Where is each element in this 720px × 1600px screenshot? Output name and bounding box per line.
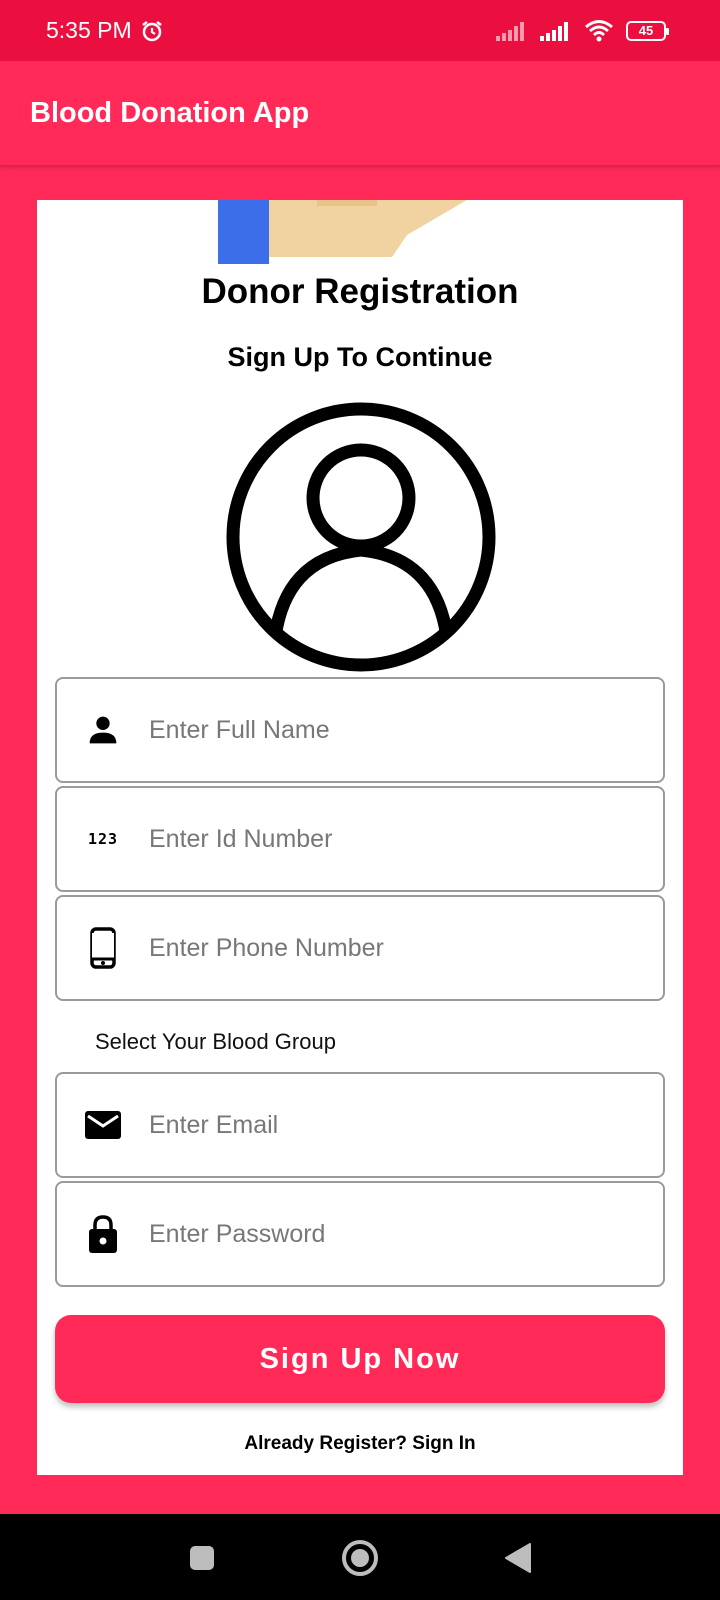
page-title: Donor Registration (201, 272, 519, 311)
phone-field[interactable] (55, 895, 665, 1001)
signal-icon (540, 21, 568, 41)
profile-avatar-icon[interactable] (222, 398, 500, 676)
status-time: 5:35 PM (46, 17, 132, 43)
password-input[interactable] (149, 1183, 663, 1285)
signal-icon (496, 21, 524, 41)
battery-icon: 45 (626, 20, 669, 41)
email-field[interactable] (55, 1072, 665, 1178)
mail-icon (57, 1074, 149, 1176)
battery-level: 45 (638, 23, 654, 38)
blood-group-label[interactable]: Select Your Blood Group (95, 1029, 336, 1055)
full-name-field[interactable] (55, 677, 665, 783)
status-left: 5:35 PM (46, 17, 164, 44)
phone-input[interactable] (149, 897, 663, 999)
full-name-input[interactable] (149, 679, 663, 781)
phone-icon (57, 897, 149, 999)
registration-card: Donor Registration Sign Up To Continue 1… (37, 200, 683, 1475)
person-icon (57, 679, 149, 781)
numbers-icon-text: 123 (87, 830, 119, 848)
back-triangle-icon (505, 1543, 531, 1573)
id-number-field[interactable]: 123 (55, 786, 665, 892)
id-number-input[interactable] (149, 788, 663, 890)
alarm-icon (141, 20, 162, 41)
app-title: Blood Donation App (30, 96, 310, 129)
status-bar: 5:35 PM 45 (0, 0, 720, 61)
recents-button[interactable] (182, 1538, 222, 1578)
sign-up-button[interactable]: Sign Up Now (55, 1315, 665, 1403)
square-icon (190, 1546, 214, 1570)
page-subtitle: Sign Up To Continue (227, 342, 493, 372)
system-nav-bar (0, 1514, 720, 1600)
sign-in-link[interactable]: Already Register? Sign In (37, 1433, 683, 1455)
home-circle-icon (342, 1540, 378, 1576)
numbers-icon: 123 (57, 788, 149, 890)
app-bar: Blood Donation App (0, 61, 720, 165)
status-right: 45 (496, 19, 669, 43)
back-button[interactable] (498, 1538, 538, 1578)
header-illustration (218, 200, 467, 264)
email-input[interactable] (149, 1074, 663, 1176)
home-button[interactable] (340, 1538, 380, 1578)
wifi-icon (585, 19, 613, 41)
password-field[interactable] (55, 1181, 665, 1287)
lock-icon (57, 1183, 149, 1285)
